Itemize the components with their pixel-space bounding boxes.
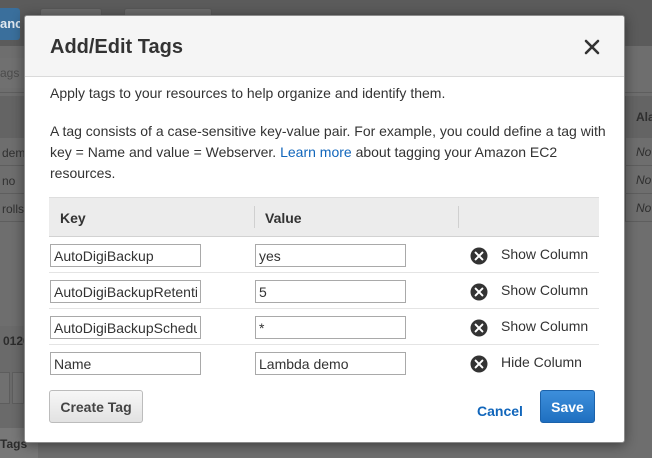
remove-circle-icon[interactable] [470,247,488,265]
console-grid-cell: No [625,138,652,166]
console-filter-input: ags [0,58,24,88]
tag-value-input[interactable] [255,280,406,303]
show-column-toggle[interactable]: Show Column [501,318,588,334]
dialog-intro-text: Apply tags to your resources to help org… [50,85,446,101]
value-column-header: Value [265,210,302,226]
remove-circle-icon[interactable] [470,319,488,337]
dialog-header: Add/Edit Tags [25,16,624,77]
key-column-header: Key [60,210,86,226]
remove-circle-icon[interactable] [470,283,488,301]
console-grid-column-header: Ala [625,96,652,138]
tag-row: Show Column [49,273,599,309]
tag-row: Hide Column [49,345,599,381]
console-grid-row: rolls [0,194,24,222]
create-tag-button[interactable]: Create Tag [49,390,143,423]
tag-row: Show Column [49,309,599,345]
column-divider [254,206,255,228]
dialog-title: Add/Edit Tags [50,36,183,58]
remove-circle-icon[interactable] [470,355,488,373]
save-button[interactable]: Save [540,390,595,423]
hide-column-toggle[interactable]: Hide Column [501,354,582,370]
tag-row: Show Column [49,237,599,273]
console-details-text: 0120 [3,334,24,348]
learn-more-link[interactable]: Learn more [280,144,352,160]
tags-table: Key Value Show Column Show Column [49,197,599,381]
close-icon [584,39,600,55]
console-grid-cell: No [625,166,652,194]
console-details-button [0,372,10,404]
show-column-toggle[interactable]: Show Column [501,282,588,298]
console-grid-cell: No [625,194,652,222]
console-details-button [12,372,24,404]
close-button[interactable] [582,37,602,57]
tag-key-input[interactable] [50,352,201,375]
tag-value-input[interactable] [255,244,406,267]
show-column-toggle[interactable]: Show Column [501,246,588,262]
add-edit-tags-dialog: Add/Edit Tags Apply tags to your resourc… [24,15,625,443]
console-grid-row: dem [0,138,24,166]
cancel-button[interactable]: Cancel [477,403,523,419]
console-primary-button: ance [0,8,20,40]
tags-table-header: Key Value [49,197,599,237]
tag-key-input[interactable] [50,280,201,303]
tag-value-input[interactable] [255,352,406,375]
column-divider [458,206,459,228]
tag-key-input[interactable] [50,316,201,339]
tag-value-input[interactable] [255,316,406,339]
console-grid-row: no [0,166,24,194]
tag-key-input[interactable] [50,244,201,267]
dialog-description: A tag consists of a case-sensitive key-v… [50,121,610,184]
